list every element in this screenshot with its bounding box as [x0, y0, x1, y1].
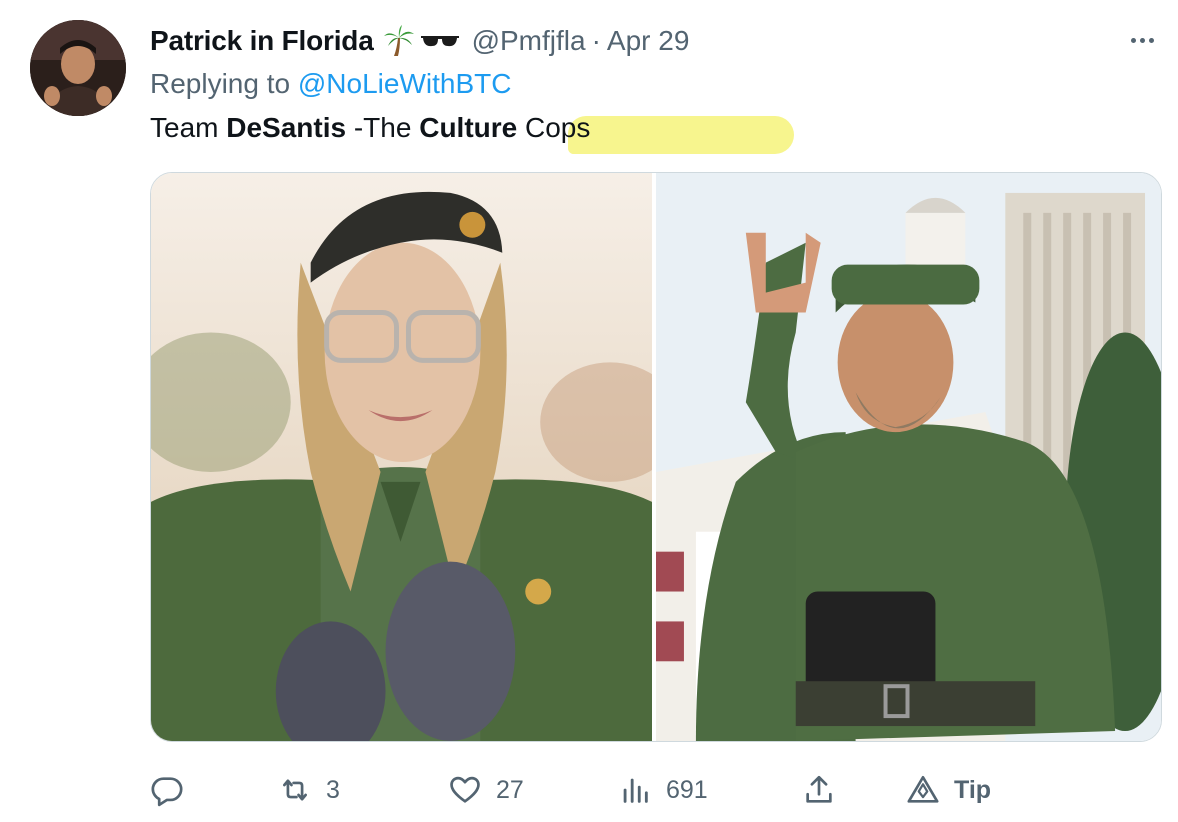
replying-to-label: Replying to — [150, 68, 291, 99]
retweet-icon — [283, 779, 307, 801]
media-grid — [150, 172, 1162, 742]
media-image-right[interactable] — [656, 173, 1161, 741]
name-emoji — [382, 24, 460, 58]
share-icon — [806, 775, 832, 803]
tip-label: Tip — [954, 775, 992, 804]
avatar[interactable] — [30, 20, 126, 116]
media-image-left[interactable] — [151, 173, 652, 741]
reply-target-link[interactable]: @NoLieWithBTC — [298, 68, 512, 99]
palm-tree-icon — [383, 25, 414, 56]
avatar-image — [30, 20, 126, 116]
retweet-count: 3 — [326, 775, 340, 804]
share-button[interactable] — [802, 770, 836, 810]
woman-in-uniform-image — [151, 173, 652, 741]
text-part: -The — [346, 112, 420, 143]
highlighter-mark — [568, 116, 794, 154]
replying-to: Replying to @NoLieWithBTC — [150, 68, 511, 100]
display-name[interactable]: Patrick in Florida — [150, 25, 374, 57]
text-bold: Culture — [419, 112, 518, 143]
heart-icon — [450, 776, 480, 803]
more-dot-icon — [1148, 37, 1154, 43]
bar-chart-icon — [623, 778, 648, 803]
more-dot-icon — [1130, 37, 1136, 43]
man-in-uniform-image — [656, 173, 1161, 741]
text-part: Cops — [517, 112, 591, 143]
tip-icon — [907, 775, 939, 803]
reply-button[interactable] — [150, 770, 198, 810]
tweet-header: Patrick in Florida @Pmfjfla · Apr 29 — [150, 24, 689, 58]
like-button[interactable]: 27 — [448, 770, 524, 810]
text-part: Team — [150, 112, 227, 143]
tip-button[interactable]: Tip — [906, 770, 991, 810]
tweet-date[interactable]: Apr 29 — [607, 25, 690, 57]
action-bar: 3 27 691 Tip — [150, 770, 1160, 810]
separator-dot: · — [591, 25, 601, 56]
like-count: 27 — [496, 775, 524, 804]
tweet: Patrick in Florida @Pmfjfla · Apr 29 Rep… — [0, 0, 1178, 822]
more-dot-icon — [1139, 37, 1145, 43]
more-options-button[interactable] — [1122, 22, 1162, 58]
tweet-text: Team DeSantis -The Culture Cops — [150, 112, 794, 154]
author-handle[interactable]: @Pmfjfla — [472, 25, 586, 57]
reply-icon — [151, 777, 183, 807]
retweet-button[interactable]: 3 — [278, 770, 340, 810]
text-bold: DeSantis — [226, 112, 347, 143]
sunglasses-icon — [420, 36, 459, 47]
views-button[interactable]: 691 — [618, 770, 708, 810]
tweet-text-content: Team DeSantis -The Culture Cops — [150, 112, 590, 143]
view-count: 691 — [666, 775, 708, 804]
